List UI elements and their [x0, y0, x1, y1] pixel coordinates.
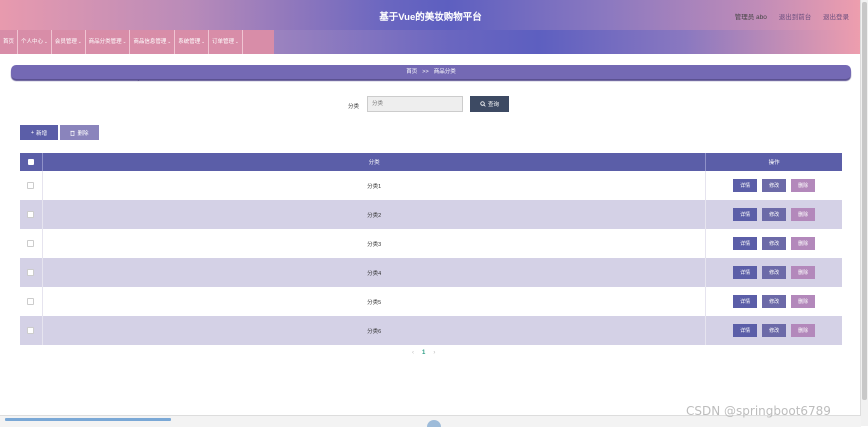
- table-row: 分类4 详情 修改 删除: [20, 258, 842, 287]
- category-name-cell: 分类5: [43, 287, 707, 316]
- row-actions: 详情 修改 删除: [706, 171, 842, 200]
- table-row: 分类6 详情 修改 删除: [20, 316, 842, 345]
- edit-button[interactable]: 修改: [762, 266, 787, 279]
- table-row: 分类5 详情 修改 删除: [20, 287, 842, 316]
- current-user: 管理员 abo: [734, 14, 767, 21]
- next-page-button[interactable]: ›: [433, 350, 435, 356]
- select-all-checkbox[interactable]: [27, 159, 34, 165]
- nav-item-category[interactable]: 商品分类管理⌄: [86, 30, 131, 54]
- breadcrumb-home[interactable]: 首页: [406, 69, 417, 75]
- horizontal-scroll-thumb[interactable]: [5, 418, 171, 421]
- row-actions: 详情 修改 删除: [706, 316, 842, 345]
- delete-button[interactable]: 删除: [791, 179, 816, 192]
- category-table: 分类 操作 分类1 详情 修改 删除 分类2 详情 修改 删除 分类3 详情 修改 删除 分类4 详情 修改…: [20, 153, 842, 345]
- search-button-label: 查询: [487, 102, 499, 108]
- main-nav: 首页 个人中心⌄ 会员管理⌄ 商品分类管理⌄ 商品信息管理⌄ 系统管理⌄ 订单管…: [0, 30, 274, 54]
- edit-button[interactable]: 修改: [762, 295, 787, 308]
- nav-item-home[interactable]: 首页: [0, 30, 19, 54]
- breadcrumb-current: 商品分类: [433, 69, 456, 75]
- watermark: CSDN @springboot6789: [686, 404, 831, 418]
- detail-button[interactable]: 详情: [733, 324, 758, 337]
- chevron-down-icon: ⌄: [44, 39, 48, 44]
- table-header: 分类 操作: [20, 153, 842, 171]
- table-row: 分类2 详情 修改 删除: [20, 200, 842, 229]
- row-checkbox[interactable]: [27, 182, 35, 189]
- category-name-cell: 分类6: [43, 316, 707, 345]
- row-actions: 详情 修改 删除: [706, 258, 842, 287]
- row-checkbox[interactable]: [27, 327, 35, 334]
- search-label: 分类: [348, 104, 360, 110]
- trash-icon: [70, 130, 76, 136]
- search-button[interactable]: 查询: [470, 96, 509, 112]
- chevron-down-icon: ⌄: [77, 39, 82, 44]
- search-icon: [480, 101, 486, 107]
- nav-item-system[interactable]: 系统管理⌄: [175, 30, 209, 54]
- category-name-cell: 分类3: [43, 229, 707, 258]
- nav-item-members[interactable]: 会员管理⌄: [52, 30, 86, 54]
- nav-background: [274, 30, 861, 54]
- row-actions: 详情 修改 删除: [706, 287, 842, 316]
- row-actions: 详情 修改 删除: [706, 200, 842, 229]
- page-number-current[interactable]: 1: [422, 350, 425, 356]
- logout-link[interactable]: 退出登录: [823, 14, 849, 21]
- chevron-down-icon: ⌄: [201, 39, 205, 44]
- prev-page-button[interactable]: ‹: [412, 350, 414, 356]
- chevron-down-icon: ⌄: [235, 39, 239, 44]
- pagination: ‹ 1 ›: [412, 350, 435, 356]
- batch-delete-button-label: 删除: [77, 130, 89, 137]
- edit-button[interactable]: 修改: [762, 179, 787, 192]
- delete-button[interactable]: 删除: [791, 266, 816, 279]
- chevron-down-icon: ⌄: [122, 39, 127, 44]
- column-header-category: 分类: [43, 153, 707, 171]
- breadcrumb-separator: >>: [422, 69, 429, 75]
- nav-item-products[interactable]: 商品信息管理⌄: [130, 30, 176, 54]
- row-checkbox[interactable]: [27, 298, 35, 305]
- row-actions: 详情 修改 删除: [706, 229, 842, 258]
- back-to-frontend-link[interactable]: 退出到前台: [779, 14, 812, 21]
- chevron-down-icon: ⌄: [167, 39, 172, 44]
- row-checkbox[interactable]: [27, 240, 35, 247]
- table-row: 分类3 详情 修改 删除: [20, 229, 842, 258]
- category-name-cell: 分类4: [43, 258, 707, 287]
- header-user-area: 管理员 abo 退出到前台 退出登录: [725, 11, 849, 21]
- delete-button[interactable]: 删除: [791, 237, 816, 250]
- breadcrumb: 首页 >> 商品分类: [11, 65, 851, 79]
- edit-button[interactable]: 修改: [762, 324, 787, 337]
- delete-button[interactable]: 删除: [791, 324, 816, 337]
- detail-button[interactable]: 详情: [733, 295, 758, 308]
- table-row: 分类1 详情 修改 删除: [20, 171, 842, 200]
- detail-button[interactable]: 详情: [733, 179, 758, 192]
- delete-button[interactable]: 删除: [791, 208, 816, 221]
- category-name-cell: 分类1: [43, 171, 707, 200]
- app-header: 基于Vue的美妆购物平台 管理员 abo 退出到前台 退出登录: [0, 0, 861, 30]
- detail-button[interactable]: 详情: [733, 208, 758, 221]
- detail-button[interactable]: 详情: [733, 237, 758, 250]
- column-header-actions: 操作: [768, 160, 780, 166]
- category-search-input[interactable]: [367, 96, 463, 112]
- delete-button[interactable]: 删除: [791, 295, 816, 308]
- batch-delete-button[interactable]: 删除: [60, 125, 99, 140]
- vertical-scroll-thumb[interactable]: [862, 2, 867, 400]
- edit-button[interactable]: 修改: [762, 208, 787, 221]
- plus-icon: +: [30, 129, 35, 136]
- row-checkbox[interactable]: [27, 211, 35, 218]
- edit-button[interactable]: 修改: [762, 237, 787, 250]
- nav-item-profile[interactable]: 个人中心⌄: [18, 30, 52, 54]
- category-name-cell: 分类2: [43, 200, 707, 229]
- row-checkbox[interactable]: [27, 269, 35, 276]
- vertical-scrollbar[interactable]: [860, 0, 868, 426]
- nav-item-orders[interactable]: 订单管理⌄: [209, 30, 243, 54]
- table-body: 分类1 详情 修改 删除 分类2 详情 修改 删除 分类3 详情 修改 删除 分类4 详情 修改 删除 分类5 详…: [20, 171, 842, 345]
- add-button-label: 新增: [36, 130, 48, 137]
- detail-button[interactable]: 详情: [733, 266, 758, 279]
- add-button[interactable]: + 新增: [20, 125, 58, 140]
